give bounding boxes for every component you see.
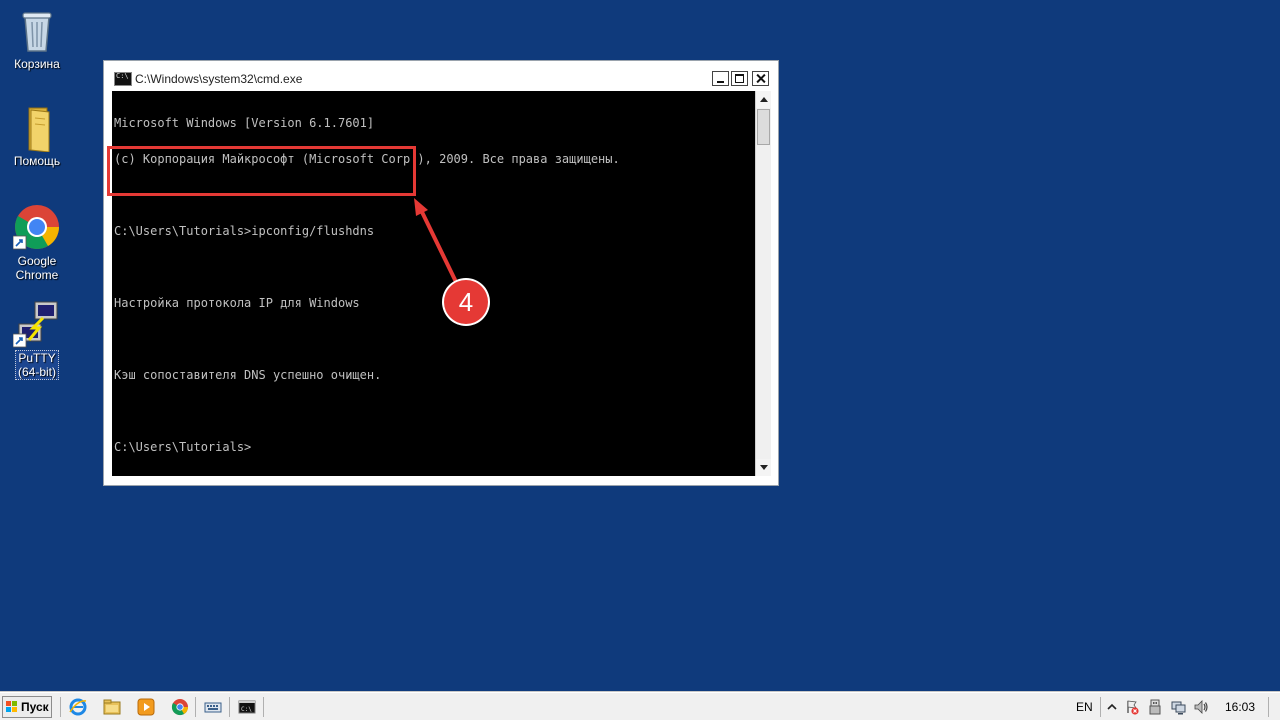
volume-icon[interactable] bbox=[1193, 699, 1209, 715]
close-button[interactable] bbox=[752, 71, 769, 86]
cmd-titlebar[interactable]: C:\Windows\system32\cmd.exe bbox=[104, 61, 778, 91]
vertical-scrollbar[interactable] bbox=[755, 91, 771, 476]
console-line: Кэш сопоставителя DNS успешно очищен. bbox=[114, 368, 382, 382]
desktop-icon-label: Корзина bbox=[14, 57, 60, 71]
explorer-folder-icon[interactable] bbox=[103, 698, 121, 716]
minimize-button[interactable] bbox=[712, 71, 729, 86]
desktop-icon-label: Помощь bbox=[13, 154, 61, 168]
onscreen-keyboard-icon[interactable] bbox=[204, 698, 222, 716]
recycle-bin-icon bbox=[13, 7, 61, 55]
desktop-icon-label: Google Chrome bbox=[15, 254, 59, 282]
scroll-thumb[interactable] bbox=[757, 109, 770, 145]
console-line: Настройка протокола IP для Windows bbox=[114, 296, 360, 310]
network-icon[interactable] bbox=[1170, 699, 1186, 715]
taskbar: Пуск C:\ EN 16:03 bbox=[0, 692, 1280, 720]
desktop-icon-google-chrome[interactable]: Google Chrome bbox=[1, 204, 73, 282]
taskbar-separator bbox=[263, 697, 264, 717]
chrome-icon[interactable] bbox=[171, 698, 189, 716]
windows-logo-icon bbox=[6, 701, 18, 713]
svg-text:C:\: C:\ bbox=[241, 706, 252, 713]
taskbar-separator bbox=[1100, 697, 1101, 717]
folder-icon bbox=[13, 104, 61, 153]
desktop-icon-putty[interactable]: PuTTY (64-bit) bbox=[1, 300, 73, 380]
maximize-button[interactable] bbox=[731, 71, 748, 86]
window-title: C:\Windows\system32\cmd.exe bbox=[135, 72, 303, 86]
desktop-icon-help[interactable]: Помощь bbox=[1, 104, 73, 168]
media-player-icon[interactable] bbox=[137, 698, 155, 716]
cmd-icon[interactable]: C:\ bbox=[238, 698, 256, 716]
clock[interactable]: 16:03 bbox=[1225, 700, 1255, 714]
taskbar-separator bbox=[229, 697, 230, 717]
taskbar-separator bbox=[195, 697, 196, 717]
language-indicator[interactable]: EN bbox=[1076, 700, 1093, 714]
usb-device-icon[interactable] bbox=[1147, 699, 1163, 715]
action-center-flag-icon[interactable] bbox=[1124, 699, 1140, 715]
chrome-icon bbox=[12, 204, 61, 252]
cmd-window[interactable]: C:\Windows\system32\cmd.exe Microsoft Wi… bbox=[103, 60, 779, 486]
console-line: Microsoft Windows [Version 6.1.7601] bbox=[114, 116, 375, 130]
scroll-up-button[interactable] bbox=[756, 91, 771, 108]
scroll-down-button[interactable] bbox=[756, 459, 771, 476]
desktop-icon-label: PuTTY (64-bit) bbox=[15, 350, 59, 380]
cmd-icon[interactable] bbox=[114, 72, 132, 86]
annotation-highlight-box bbox=[107, 146, 416, 196]
show-desktop-button[interactable] bbox=[1268, 697, 1269, 717]
show-hidden-icons-icon[interactable] bbox=[1104, 699, 1120, 715]
console-line: C:\Users\Tutorials>ipconfig/flushdns bbox=[114, 224, 375, 238]
start-button[interactable]: Пуск bbox=[2, 696, 52, 718]
internet-explorer-icon[interactable] bbox=[69, 698, 87, 716]
putty-icon bbox=[12, 300, 61, 348]
desktop-icon-recycle-bin[interactable]: Корзина bbox=[1, 7, 73, 71]
step-number-badge: 4 bbox=[444, 280, 488, 324]
start-label: Пуск bbox=[21, 700, 49, 714]
taskbar-separator bbox=[60, 697, 61, 717]
console-line: C:\Users\Tutorials> bbox=[114, 440, 252, 454]
